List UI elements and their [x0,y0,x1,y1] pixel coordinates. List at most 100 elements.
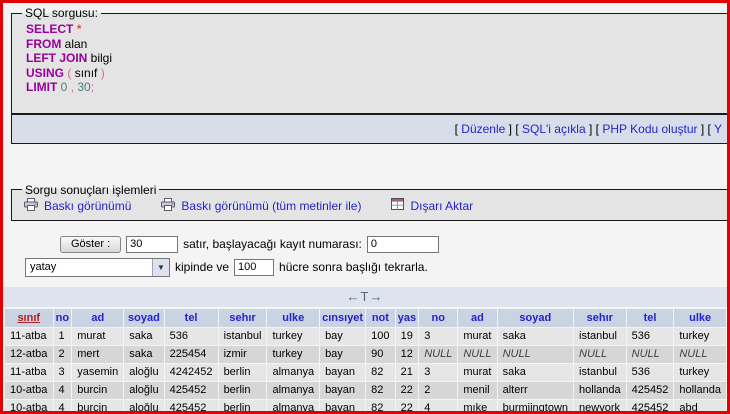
table-cell: 2 [54,346,72,363]
table-cell: saka [124,346,163,363]
column-sort-link[interactable]: no [432,312,445,324]
show-button[interactable]: Göster : [60,236,121,253]
table-cell: menil [458,382,496,399]
table-cell: NULL [458,346,496,363]
chevron-down-icon[interactable]: ▼ [152,259,169,276]
column-header: ulke [674,309,726,327]
table-cell: hollanda [574,382,626,399]
table-cell: aloğlu [124,382,163,399]
sql-token: ; [91,80,94,94]
column-header: yas [396,309,419,327]
column-header: soyad [124,309,163,327]
table-cell: NULL [574,346,626,363]
column-sort-link[interactable]: tel [185,312,198,324]
sql-action-link[interactable]: Düzenle [461,122,505,136]
table-cell: 425452 [627,400,674,414]
sql-actions-bar: [ Düzenle ] [ SQL'i açıkla ] [ PHP Kodu … [11,114,730,144]
display-mode-select[interactable]: yatay ▼ [25,258,170,277]
table-cell: NULL [498,346,573,363]
table-cell: NULL [627,346,674,363]
start-record-input[interactable] [367,236,439,253]
column-sort-link[interactable]: tel [644,312,657,324]
direction-toggle[interactable]: ←T→ [347,289,384,304]
table-cell: bay [320,346,365,363]
table-cell: murat [458,328,496,345]
column-sort-link[interactable]: ad [471,312,484,324]
table-cell: 22 [396,382,419,399]
bracket: [ [515,122,522,136]
table-cell: mıke [458,400,496,414]
sql-action-link[interactable]: PHP Kodu oluştur [602,122,697,136]
sql-token: USING [26,66,64,80]
column-sort-link[interactable]: cınsıyet [322,312,363,324]
table-row: 10-atba4burcinaloğlu425452berlinalmanyab… [5,400,726,414]
column-sort-link[interactable]: not [372,312,389,324]
column-sort-link[interactable]: ulke [282,312,304,324]
column-header: sehır [219,309,267,327]
table-cell: 536 [627,328,674,345]
table-cell: hollanda [674,382,726,399]
table-cell: bayan [320,364,365,381]
table-cell: NULL [419,346,457,363]
sql-token: LIMIT [26,80,57,94]
column-sort-link[interactable]: sınıf [17,312,40,324]
column-sort-link[interactable]: sehır [587,312,613,324]
sql-action-link[interactable]: Y [714,122,722,136]
column-header: soyad [498,309,573,327]
sql-token: FROM [26,37,61,51]
sql-line: LEFT JOIN bilgi [26,51,726,66]
table-cell: istanbul [574,328,626,345]
column-sort-link[interactable]: sehır [229,312,255,324]
table-cell: 100 [366,328,394,345]
printer-icon [24,198,38,214]
table-cell: 425452 [627,382,674,399]
table-cell: almanya [267,400,319,414]
column-sort-link[interactable]: ad [91,312,104,324]
column-header: ad [458,309,496,327]
table-cell: istanbul [574,364,626,381]
column-header: tel [627,309,674,327]
table-cell: almanya [267,382,319,399]
table-cell: aloğlu [124,400,163,414]
table-cell: izmir [219,346,267,363]
table-cell: 12 [396,346,419,363]
column-header: ad [72,309,123,327]
table-cell: mert [72,346,123,363]
dışarı-aktar-link[interactable]: Dışarı Aktar [391,198,473,213]
column-header: sınıf [5,309,53,327]
table-cell: bayan [320,382,365,399]
table-cell: 4 [54,382,72,399]
repeat-headers-input[interactable] [234,259,274,276]
table-cell: abd [674,400,726,414]
table-cell: saka [498,328,573,345]
column-header: no [419,309,457,327]
sql-query-legend: SQL sorgusu: [22,6,101,20]
table-cell: 2 [419,382,457,399]
column-sort-link[interactable]: ulke [689,312,711,324]
sql-query-text: SELECT *FROM alanLEFT JOIN bilgiUSING ( … [20,20,726,107]
column-sort-link[interactable]: soyad [128,312,160,324]
column-sort-link[interactable]: yas [398,312,416,324]
table-cell: 10-atba [5,382,53,399]
table-cell: 1 [54,328,72,345]
column-sort-link[interactable]: soyad [519,312,551,324]
rows-count-input[interactable] [126,236,178,253]
table-cell: 10-atba [5,400,53,414]
table-row: 11-atba3yaseminaloğlu4242452berlinalmany… [5,364,726,381]
sql-token: , [67,80,77,94]
row-count-row: Göster : satır, başlayacağı kayıt numara… [60,234,727,255]
table-row: 10-atba4burcinaloğlu425452berlinalmanyab… [5,382,726,399]
baskı-görünümü-tüm-metinler-ile--link[interactable]: Baskı görünümü (tüm metinler ile) [161,198,361,214]
table-cell: 19 [396,328,419,345]
baskı-görünümü-link[interactable]: Baskı görünümü [24,198,131,214]
table-cell: turkey [267,328,319,345]
table-cell: 90 [366,346,394,363]
sql-token: sınıf [71,66,100,80]
phpmyadmin-results-page: SQL sorgusu: SELECT *FROM alanLEFT JOIN … [0,0,730,414]
table-cell: saka [124,328,163,345]
table-cell: 4242452 [165,364,218,381]
column-sort-link[interactable]: no [56,312,69,324]
table-cell: 425452 [165,382,218,399]
table-cell: turkey [267,346,319,363]
sql-action-link[interactable]: SQL'i açıkla [522,122,586,136]
